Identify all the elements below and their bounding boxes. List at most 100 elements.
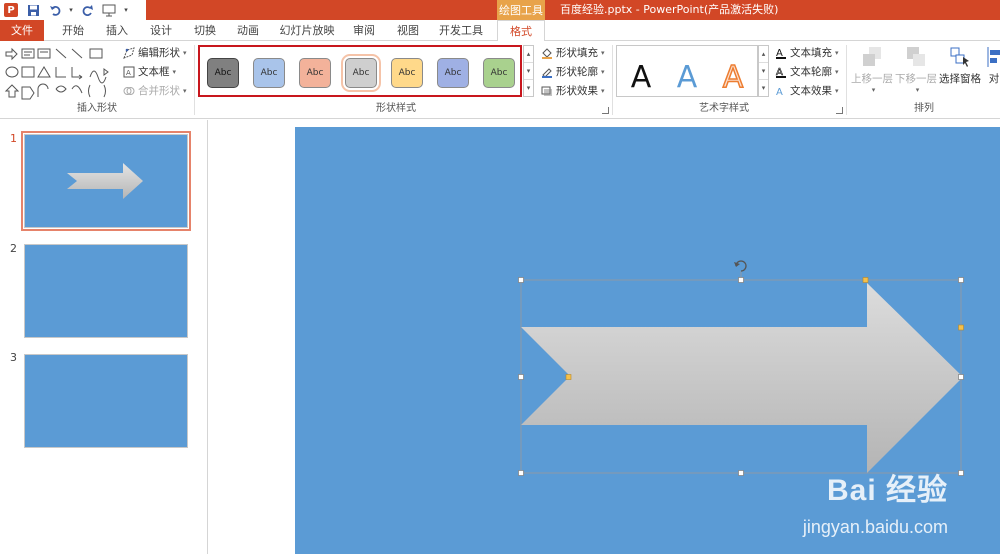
slide-canvas[interactable]: Bai 经验 jingyan.baidu.com bbox=[295, 127, 1000, 554]
start-from-beginning-button[interactable] bbox=[98, 0, 120, 20]
app-icon[interactable]: P bbox=[0, 0, 22, 20]
adjust-handle-notch[interactable] bbox=[565, 374, 572, 380]
resize-handle-left[interactable] bbox=[518, 374, 524, 380]
ribbon-tabs: 文件 开始 插入 设计 切换 动画 幻灯片放映 审阅 视图 开发工具 格式 bbox=[0, 20, 1000, 42]
slide-thumbnail-pane: 1 2 3 bbox=[0, 120, 208, 554]
window-title: 百度经验.pptx - PowerPoint(产品激活失败) bbox=[560, 3, 779, 16]
text-fill-label: 文本填充 bbox=[790, 47, 832, 59]
wordart-launcher-icon[interactable] bbox=[836, 107, 843, 114]
tab-insert[interactable]: 插入 bbox=[99, 20, 135, 41]
slide-number: 3 bbox=[10, 351, 17, 364]
shape-styles-gallery: Abc Abc Abc Abc Abc Abc Abc bbox=[198, 45, 522, 97]
more-styles-icon[interactable]: ▾ bbox=[759, 80, 768, 97]
tab-design[interactable]: 设计 bbox=[143, 20, 179, 41]
wordart-styles-scroll[interactable]: ▴ ▾ ▾ bbox=[758, 45, 769, 97]
merge-shapes-button[interactable]: 合并形状 ▾ bbox=[122, 83, 187, 99]
resize-handle-right[interactable] bbox=[958, 374, 964, 380]
undo-dropdown[interactable]: ▾ bbox=[66, 0, 76, 20]
slide-thumbnail-2[interactable] bbox=[24, 244, 188, 338]
group-label-shape-styles: 形状样式 bbox=[376, 103, 416, 114]
chevron-arrow-shape[interactable] bbox=[521, 283, 963, 473]
scroll-down-icon[interactable]: ▾ bbox=[524, 63, 533, 80]
shape-style-swatch-4[interactable]: Abc bbox=[341, 54, 381, 92]
shape-outline-label: 形状轮廓 bbox=[556, 66, 598, 78]
more-styles-icon[interactable]: ▾ bbox=[524, 80, 533, 97]
shape-style-swatch-6[interactable]: Abc bbox=[437, 58, 469, 88]
save-button[interactable] bbox=[22, 0, 44, 20]
wordart-style-orange-outline[interactable]: A bbox=[711, 52, 755, 102]
adjust-handle-shaft[interactable] bbox=[958, 324, 964, 331]
undo-button[interactable] bbox=[44, 0, 66, 20]
wordart-style-black[interactable]: A bbox=[619, 52, 663, 102]
text-fill-button[interactable]: A 文本填充 ▾ bbox=[774, 45, 839, 61]
redo-button[interactable] bbox=[76, 0, 98, 20]
redo-icon bbox=[82, 4, 93, 16]
selection-pane-label: 选择窗格 bbox=[939, 73, 981, 85]
tab-home[interactable]: 开始 bbox=[55, 20, 91, 41]
shape-style-swatch-5[interactable]: Abc bbox=[391, 58, 423, 88]
resize-handle-top-right[interactable] bbox=[958, 277, 964, 283]
tab-developer[interactable]: 开发工具 bbox=[434, 20, 488, 41]
scroll-down-icon[interactable]: ▾ bbox=[759, 63, 768, 80]
shapes-gallery[interactable] bbox=[4, 45, 114, 101]
tab-slideshow[interactable]: 幻灯片放映 bbox=[274, 20, 340, 41]
baidu-watermark: Bai 经验 bbox=[826, 474, 948, 507]
scroll-up-icon[interactable]: ▴ bbox=[524, 46, 533, 63]
dropdown-arrow-icon: ▾ bbox=[172, 68, 177, 76]
drawing-tools-header: 绘图工具 bbox=[497, 0, 545, 20]
paint-bucket-icon bbox=[540, 47, 553, 60]
dropdown-arrow-icon: ▾ bbox=[601, 87, 605, 95]
resize-handle-top-left[interactable] bbox=[518, 277, 524, 283]
tab-format[interactable]: 格式 bbox=[497, 20, 545, 42]
shape-styles-scroll[interactable]: ▴ ▾ ▾ bbox=[523, 45, 534, 97]
presentation-icon bbox=[102, 4, 116, 16]
tab-animations[interactable]: 动画 bbox=[230, 20, 266, 41]
shape-outline-button[interactable]: 形状轮廓 ▾ bbox=[540, 64, 605, 80]
scroll-up-icon[interactable]: ▴ bbox=[759, 46, 768, 63]
shape-effects-button[interactable]: 形状效果 ▾ bbox=[540, 83, 605, 99]
slide-thumbnail-1[interactable] bbox=[21, 131, 191, 231]
text-effects-button[interactable]: A 文本效果 ▾ bbox=[774, 83, 839, 99]
edit-shape-icon bbox=[122, 47, 135, 60]
bring-forward-button[interactable]: 上移一层 ▾ bbox=[850, 45, 894, 94]
dropdown-arrow-icon: ▾ bbox=[601, 49, 605, 57]
resize-handle-bottom[interactable] bbox=[738, 470, 744, 476]
shape-style-swatch-7[interactable]: Abc bbox=[483, 58, 515, 88]
shape-styles-launcher-icon[interactable] bbox=[602, 107, 609, 114]
pen-icon bbox=[540, 66, 553, 79]
shape-effects-label: 形状效果 bbox=[556, 85, 598, 97]
tab-review[interactable]: 审阅 bbox=[346, 20, 382, 41]
text-outline-button[interactable]: A 文本轮廓 ▾ bbox=[774, 64, 839, 80]
adjust-handle-head[interactable] bbox=[862, 277, 869, 283]
tab-view[interactable]: 视图 bbox=[390, 20, 426, 41]
shape-style-swatch-2[interactable]: Abc bbox=[253, 58, 285, 88]
send-backward-button[interactable]: 下移一层 ▾ bbox=[894, 45, 938, 94]
dropdown-arrow-icon: ▾ bbox=[835, 49, 839, 57]
powerpoint-logo-icon: P bbox=[4, 3, 18, 17]
wordart-gallery: A A A bbox=[616, 45, 758, 97]
merge-shapes-icon bbox=[122, 85, 135, 98]
resize-handle-bottom-right[interactable] bbox=[958, 470, 964, 476]
text-box-button[interactable]: A 文本框 ▾ bbox=[122, 64, 176, 80]
text-box-label: 文本框 bbox=[138, 66, 170, 78]
tab-transitions[interactable]: 切换 bbox=[187, 20, 223, 41]
merge-shapes-label: 合并形状 bbox=[138, 85, 180, 97]
rotate-handle-icon[interactable] bbox=[734, 260, 747, 272]
edit-shape-button[interactable]: 编辑形状 ▾ bbox=[122, 45, 187, 61]
dropdown-arrow-icon: ▾ bbox=[183, 49, 187, 57]
align-button[interactable]: 对 bbox=[984, 45, 1000, 86]
dropdown-arrow-icon: ▾ bbox=[835, 68, 839, 76]
shape-style-swatch-3[interactable]: Abc bbox=[299, 58, 331, 88]
shape-fill-button[interactable]: 形状填充 ▾ bbox=[540, 45, 605, 61]
wordart-style-blue[interactable]: A bbox=[665, 52, 709, 102]
customize-qat-button[interactable]: ▾ bbox=[120, 0, 132, 20]
selection-pane-button[interactable]: 选择窗格 bbox=[938, 45, 982, 86]
send-backward-icon bbox=[904, 45, 928, 69]
svg-text:A: A bbox=[126, 69, 131, 77]
shape-style-swatch-1[interactable]: Abc bbox=[207, 58, 239, 88]
tab-file[interactable]: 文件 bbox=[0, 20, 44, 41]
resize-handle-top[interactable] bbox=[738, 277, 744, 283]
resize-handle-bottom-left[interactable] bbox=[518, 470, 524, 476]
dropdown-arrow-icon: ▾ bbox=[183, 87, 187, 95]
slide-thumbnail-3[interactable] bbox=[24, 354, 188, 448]
